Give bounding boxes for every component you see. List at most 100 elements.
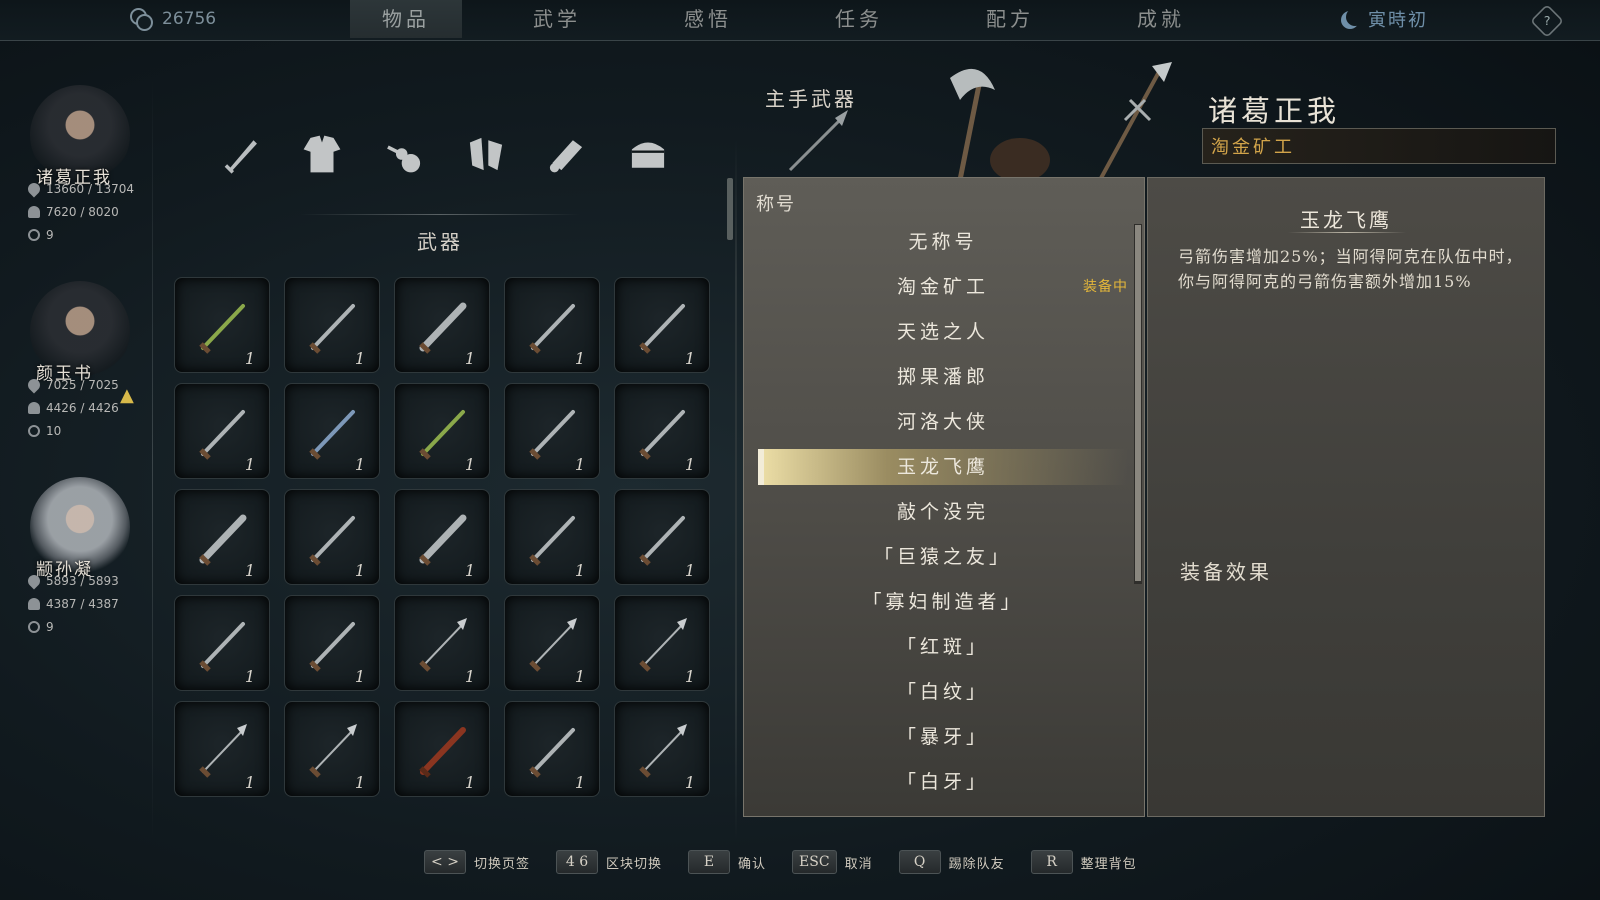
- coin-icon: [130, 8, 153, 31]
- title-item[interactable]: 「红斑」: [758, 629, 1128, 665]
- gourd-category-icon[interactable]: [378, 128, 430, 180]
- title-item[interactable]: 掷果潘郎: [758, 359, 1128, 395]
- hint-label: 整理背包: [1080, 856, 1137, 872]
- money-display: 26756: [130, 8, 216, 31]
- member-level: 10: [46, 424, 62, 438]
- title-item[interactable]: 玉龙飞鹰: [758, 449, 1128, 485]
- info-title: 玉龙飞鹰: [1300, 208, 1392, 232]
- inventory-slot[interactable]: 1: [394, 489, 490, 585]
- sword-category-icon[interactable]: [216, 128, 268, 180]
- inventory-slot[interactable]: 1: [504, 595, 600, 691]
- item-quantity: 1: [244, 349, 255, 368]
- inventory-slot[interactable]: 1: [174, 489, 270, 585]
- game-time-label: 寅時初: [1368, 10, 1428, 31]
- game-time: 寅時初: [1340, 6, 1428, 32]
- inventory-slot[interactable]: 1: [504, 701, 600, 797]
- title-item[interactable]: 淘金矿工 装备中: [758, 269, 1128, 305]
- inventory-slot[interactable]: 1: [614, 277, 710, 373]
- inventory-slot[interactable]: 1: [614, 489, 710, 585]
- inventory-slot[interactable]: 1: [394, 277, 490, 373]
- item-quantity: 1: [244, 667, 255, 686]
- inventory-slot[interactable]: 1: [284, 595, 380, 691]
- inventory-slot[interactable]: 1: [614, 383, 710, 479]
- inventory-slot[interactable]: 1: [394, 701, 490, 797]
- inventory-slot[interactable]: 1: [284, 277, 380, 373]
- member-hp: 5893 / 5893: [46, 574, 119, 588]
- party-member-1[interactable]: 诸葛正我 13660 / 13704 7620 / 8020 9: [18, 85, 148, 260]
- title-item[interactable]: 「暴牙」: [758, 719, 1128, 755]
- title-item[interactable]: 「巨猿之友」: [758, 539, 1128, 575]
- tab-items[interactable]: 物品: [350, 0, 462, 38]
- item-quantity: 1: [244, 561, 255, 580]
- title-item[interactable]: 无称号: [758, 224, 1128, 260]
- titles-scrollbar-thumb[interactable]: [1134, 224, 1142, 582]
- title-label: 「暴牙」: [896, 726, 989, 748]
- inventory-slot[interactable]: 1: [394, 595, 490, 691]
- dragon-weapon-icon: [529, 728, 575, 778]
- scroll-category-icon[interactable]: [540, 128, 592, 180]
- claw-gauntlet-icon: [199, 410, 245, 460]
- item-quantity: 1: [684, 667, 695, 686]
- item-quantity: 1: [354, 561, 365, 580]
- key-hint[interactable]: ESC: [792, 850, 837, 874]
- tab-achievements[interactable]: 成就: [1105, 0, 1217, 38]
- control-hints: < > 切换页签 4 6 区块切换 E 确认 ESC 取消 Q 踢除队友 R 整理背包: [424, 850, 1163, 874]
- hint-label: 踢除队友: [948, 856, 1005, 872]
- green-hilt-sword-icon: [419, 410, 465, 460]
- level-icon: [25, 422, 43, 440]
- key-hint[interactable]: Q: [898, 850, 941, 874]
- inventory-slot[interactable]: 1: [174, 595, 270, 691]
- hammer-icon: [529, 304, 575, 354]
- item-quantity: 1: [574, 667, 585, 686]
- thin-spear-icon: [639, 618, 687, 672]
- member-mp: 7620 / 8020: [46, 205, 119, 219]
- item-quantity: 1: [574, 561, 585, 580]
- armor-category-icon[interactable]: [296, 128, 348, 180]
- title-item[interactable]: 「寡妇制造者」: [758, 584, 1128, 620]
- member-hp: 7025 / 7025: [46, 378, 119, 392]
- inventory-slot[interactable]: 1: [174, 277, 270, 373]
- tab-martial-arts[interactable]: 武学: [501, 0, 613, 38]
- hp-icon: [25, 180, 43, 198]
- inventory-slot[interactable]: 1: [614, 701, 710, 797]
- party-member-3[interactable]: 颛孙凝 5893 / 5893 4387 / 4387 9: [18, 477, 148, 652]
- inventory-scrollbar[interactable]: [727, 178, 733, 240]
- inventory-slot[interactable]: 1: [174, 701, 270, 797]
- chest-category-icon[interactable]: [622, 128, 674, 180]
- inventory-slot[interactable]: 1: [394, 383, 490, 479]
- key-hint[interactable]: R: [1030, 850, 1073, 874]
- inventory-slot[interactable]: 1: [504, 383, 600, 479]
- key-hint[interactable]: < >: [424, 850, 466, 874]
- inventory-slot[interactable]: 1: [504, 489, 600, 585]
- hint-label: 切换页签: [474, 856, 531, 872]
- tab-insight[interactable]: 感悟: [652, 0, 764, 38]
- inventory-grid: 1 1 1 1 1 1 1 1 1 1 1 1 1 1 1 1 1 1 1 1 1 1 1 1 1: [174, 277, 714, 797]
- title-item[interactable]: 敲个没完: [758, 494, 1128, 530]
- key-hint[interactable]: E: [688, 850, 731, 874]
- curved-broadsword-icon: [199, 514, 247, 566]
- title-info-panel: 玉龙飞鹰 弓箭伤害增加25%；当阿得阿克在队伍中时，你与阿得阿克的弓箭伤害额外增…: [1147, 177, 1545, 817]
- level-icon: [25, 226, 43, 244]
- divider: [735, 140, 737, 840]
- title-label: 「白纹」: [896, 681, 989, 703]
- tab-quests[interactable]: 任务: [803, 0, 915, 38]
- inventory-slot[interactable]: 1: [284, 489, 380, 585]
- inventory-slot[interactable]: 1: [284, 383, 380, 479]
- title-item[interactable]: 「白纹」: [758, 674, 1128, 710]
- current-title-field[interactable]: 淘金矿工: [1202, 128, 1556, 164]
- tab-recipes[interactable]: 配方: [954, 0, 1066, 38]
- material-category-icon[interactable]: [460, 128, 512, 180]
- inventory-slot[interactable]: 1: [504, 277, 600, 373]
- title-item[interactable]: 河洛大侠: [758, 404, 1128, 440]
- title-item[interactable]: 天选之人: [758, 314, 1128, 350]
- inventory-slot[interactable]: 1: [614, 595, 710, 691]
- inventory-slot[interactable]: 1: [174, 383, 270, 479]
- inventory-slot[interactable]: 1: [284, 701, 380, 797]
- hp-icon: [25, 572, 43, 590]
- level-up-arrow-icon: ▲: [120, 385, 134, 406]
- wrapped-sword-icon: [309, 622, 355, 672]
- title-item[interactable]: 「白牙」: [758, 764, 1128, 800]
- party-member-2[interactable]: 颜玉书 7025 / 7025 4426 / 4426 10: [18, 281, 148, 456]
- key-hint[interactable]: 4 6: [556, 850, 599, 874]
- member-hp: 13660 / 13704: [46, 182, 135, 196]
